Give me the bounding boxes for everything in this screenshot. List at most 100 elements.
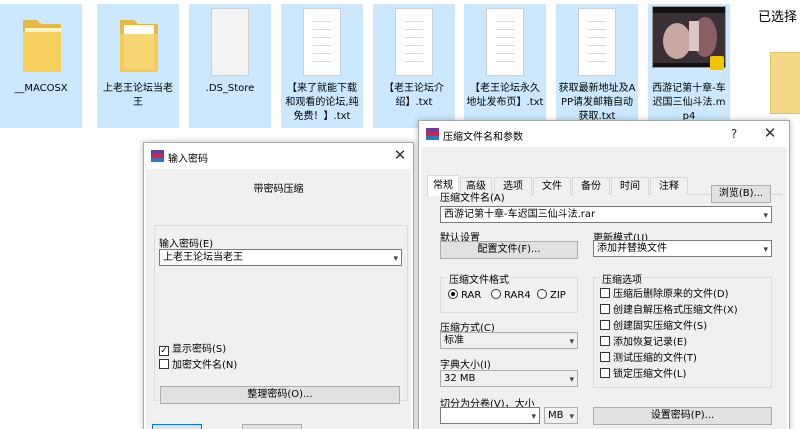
help-button[interactable]: ? — [725, 125, 743, 143]
checkbox-icon — [600, 288, 610, 298]
text-file-icon — [395, 8, 433, 76]
file-name: .DS_Store — [205, 83, 255, 94]
option-sfx[interactable]: 创建自解压格式压缩文件(X) — [600, 304, 738, 317]
split-size-input[interactable]: ▾ — [440, 407, 540, 424]
format-group-title: 压缩文件格式 — [447, 271, 511, 286]
format-rar4-radio[interactable]: RAR4 — [491, 289, 531, 301]
archive-name-value: 西游记第十章-车迟国三仙斗法.rar — [444, 209, 596, 220]
checkbox-icon: ✓ — [159, 346, 169, 356]
encrypt-names-label: 加密文件名(N) — [172, 360, 238, 371]
option-label: 创建自解压格式压缩文件(X) — [613, 305, 738, 316]
text-file-icon — [303, 8, 341, 76]
tab-comment[interactable]: 注释 — [650, 177, 688, 195]
format-zip-radio[interactable]: ZIP — [537, 289, 566, 301]
browse-button[interactable]: 浏览(B)... — [711, 185, 771, 203]
preview-thumbnail — [770, 52, 800, 114]
checkbox-icon — [600, 336, 610, 346]
file-item[interactable]: 上老王论坛当老王 — [97, 4, 179, 128]
chevron-down-icon[interactable]: ▾ — [763, 209, 768, 224]
ok-button[interactable] — [152, 424, 202, 429]
profiles-button[interactable]: 配置文件(F)... — [440, 241, 578, 259]
file-item[interactable]: 西游记第十章-车迟国三仙斗法.mp4 — [648, 4, 730, 128]
folder-icon — [118, 14, 160, 74]
tab-backup[interactable]: 备份 — [572, 177, 610, 195]
dialog-title: 压缩文件名和参数 — [443, 132, 523, 143]
chevron-down-icon[interactable]: ▾ — [569, 335, 574, 350]
options-group-title: 压缩选项 — [600, 271, 644, 286]
update-mode-select[interactable]: 添加并替换文件 ▾ — [593, 240, 772, 257]
chevron-down-icon[interactable]: ▾ — [569, 373, 574, 388]
chevron-down-icon[interactable]: ▾ — [393, 252, 398, 267]
file-item[interactable]: 获取最新地址及APP请发邮箱自动获取.txt — [556, 4, 638, 128]
password-input[interactable]: 上老王论坛当老王 ▾ — [159, 249, 402, 266]
archive-name-input[interactable]: 西游记第十章-车迟国三仙斗法.rar ▾ — [440, 206, 772, 223]
checkbox-icon — [600, 352, 610, 362]
option-label: 测试压缩的文件(T) — [613, 353, 697, 364]
winrar-icon — [151, 150, 164, 162]
file-name: 【来了就能下载和观看的论坛,纯免费！】.txt — [285, 83, 359, 122]
show-password-checkbox[interactable]: ✓ 显示密码(S) — [159, 343, 226, 356]
show-password-label: 显示密码(S) — [172, 344, 227, 355]
option-recovery[interactable]: 添加恢复记录(E) — [600, 336, 687, 349]
checkbox-icon — [600, 320, 610, 330]
password-input-label: 输入密码(E) — [159, 239, 214, 250]
dict-label: 字典大小(I) — [440, 360, 491, 371]
archive-name-label: 压缩文件名(A) — [440, 193, 505, 204]
format-label: ZIP — [550, 290, 566, 301]
file-icon — [211, 8, 249, 76]
format-rar-radio[interactable]: RAR — [448, 289, 481, 301]
titlebar: 输入密码 ✕ — [144, 143, 413, 169]
set-password-button[interactable]: 设置密码(P)... — [593, 407, 772, 425]
dialog-heading: 带密码压缩 — [253, 184, 304, 195]
dialog-title: 输入密码 — [168, 154, 208, 165]
file-item[interactable]: 【来了就能下载和观看的论坛,纯免费！】.txt — [281, 4, 363, 128]
video-play-icon — [710, 56, 724, 70]
file-item[interactable]: __MACOSX — [0, 4, 82, 128]
checkbox-icon — [600, 304, 610, 314]
close-button[interactable]: ✕ — [391, 146, 409, 164]
option-test[interactable]: 测试压缩的文件(T) — [600, 352, 697, 365]
file-item[interactable]: .DS_Store — [189, 4, 271, 128]
radio-icon — [491, 289, 501, 299]
winrar-icon — [426, 128, 439, 140]
file-item[interactable]: 【老王论坛介绍】.txt — [373, 4, 455, 128]
organize-passwords-button[interactable]: 整理密码(O)... — [160, 386, 400, 404]
options-group: 压缩选项 压缩后删除原来的文件(D) 创建自解压格式压缩文件(X) 创建固实压缩… — [593, 271, 772, 388]
option-label: 添加恢复记录(E) — [613, 337, 688, 348]
tab-files[interactable]: 文件 — [533, 177, 571, 195]
checkbox-icon — [600, 368, 610, 378]
option-solid[interactable]: 创建固实压缩文件(S) — [600, 320, 707, 333]
file-name: 【老王论坛介绍】.txt — [384, 83, 444, 108]
encrypt-names-checkbox[interactable]: 加密文件名(N) — [159, 359, 237, 372]
selection-pane-header: 已选择 — [758, 10, 798, 25]
text-file-icon — [486, 8, 524, 76]
file-name: 上老王论坛当老王 — [103, 83, 173, 108]
password-dialog: 输入密码 ✕ 带密码压缩 输入密码(E) 上老王论坛当老王 ▾ ✓ 显示密码(S)… — [143, 142, 414, 429]
option-label: 压缩后删除原来的文件(D) — [613, 289, 729, 300]
file-name: 西游记第十章-车迟国三仙斗法.mp4 — [652, 83, 726, 122]
option-lock[interactable]: 锁定压缩文件(L) — [600, 368, 686, 381]
file-item[interactable]: 【老王论坛永久地址发布页】.txt — [464, 4, 546, 128]
chevron-down-icon[interactable]: ▾ — [763, 243, 768, 258]
dialog-body: 常规 高级 选项 文件 备份 时间 注释 压缩文件名(A) 浏览(B)... 西… — [421, 147, 787, 429]
format-group: 压缩文件格式 RAR RAR4 ZIP — [440, 271, 578, 313]
file-name: 【老王论坛永久地址发布页】.txt — [466, 83, 544, 108]
split-unit-select[interactable]: MB ▾ — [544, 407, 578, 424]
radio-icon — [537, 289, 547, 299]
file-name: __MACOSX — [14, 83, 68, 94]
update-mode-value: 添加并替换文件 — [597, 243, 667, 254]
chevron-down-icon[interactable]: ▾ — [569, 410, 574, 425]
checkbox-icon — [159, 359, 169, 369]
close-button[interactable]: ✕ — [761, 124, 779, 142]
chevron-down-icon[interactable]: ▾ — [531, 410, 536, 425]
tab-time[interactable]: 时间 — [611, 177, 649, 195]
titlebar: 压缩文件名和参数 ? ✕ — [419, 121, 789, 147]
option-label: 锁定压缩文件(L) — [613, 369, 687, 380]
format-label: RAR4 — [504, 290, 531, 301]
dict-select[interactable]: 32 MB ▾ — [440, 370, 578, 387]
cancel-button[interactable] — [242, 424, 302, 429]
option-delete-after[interactable]: 压缩后删除原来的文件(D) — [600, 288, 729, 301]
text-file-icon — [578, 8, 616, 76]
method-select[interactable]: 标准 ▾ — [440, 332, 578, 349]
option-label: 创建固实压缩文件(S) — [613, 321, 708, 332]
